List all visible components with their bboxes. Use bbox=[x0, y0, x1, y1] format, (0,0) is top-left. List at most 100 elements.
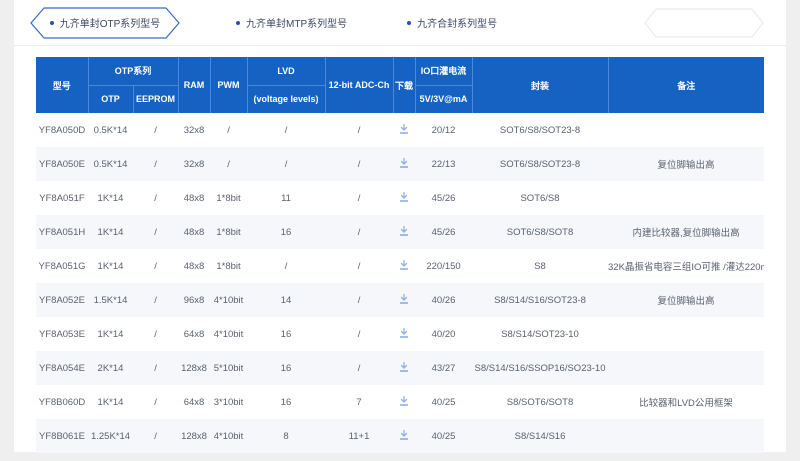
download-icon[interactable] bbox=[398, 259, 410, 271]
download-icon[interactable] bbox=[398, 327, 410, 339]
chip-spec-table: 型号 OTP系列 RAM PWM LVD 12-bit ADC-Ch 下载 IO… bbox=[36, 57, 764, 453]
model-cell: YF8A050E bbox=[36, 147, 88, 181]
download-cell bbox=[393, 181, 415, 215]
download-cell bbox=[393, 351, 415, 385]
model-cell: YF8A051G bbox=[36, 249, 88, 283]
io-cell: 43/27 bbox=[415, 351, 472, 385]
lvd-cell: 11 bbox=[247, 181, 325, 215]
header-package: 封装 bbox=[472, 57, 608, 113]
lvd-cell: 16 bbox=[247, 317, 325, 351]
table-row: YF8A051H1K*14/48x81*8bit16/45/26SOT6/S8/… bbox=[36, 215, 764, 249]
download-icon[interactable] bbox=[398, 157, 410, 169]
pwm-cell: 1*8bit bbox=[210, 249, 247, 283]
io-cell: 40/26 bbox=[415, 283, 472, 317]
header-ram: RAM bbox=[178, 57, 210, 113]
tab-mtp-series[interactable]: 九齐单封MTP系列型号 bbox=[232, 7, 351, 39]
tab-combined-series[interactable]: 九齐合封系列型号 bbox=[403, 7, 501, 39]
lvd-cell: 14 bbox=[247, 283, 325, 317]
download-icon[interactable] bbox=[398, 225, 410, 237]
note-cell bbox=[608, 419, 764, 453]
header-lvd: LVD bbox=[247, 57, 325, 85]
pwm-cell: 4*10bit bbox=[210, 419, 247, 453]
content-card: 九齐单封OTP系列型号 九齐单封MTP系列型号 九齐合封系列型号 型号 bbox=[14, 0, 786, 452]
otp-cell: 1K*14 bbox=[88, 249, 133, 283]
tab-bullet-icon bbox=[236, 21, 240, 25]
download-cell bbox=[393, 215, 415, 249]
lvd-cell: / bbox=[247, 249, 325, 283]
table-row: YF8B061E1.25K*14/128x84*10bit811+140/25S… bbox=[36, 419, 764, 453]
eeprom-cell: / bbox=[133, 147, 178, 181]
io-cell: 40/20 bbox=[415, 317, 472, 351]
tab-otp-series[interactable]: 九齐单封OTP系列型号 bbox=[30, 7, 180, 39]
adc-cell: 7 bbox=[325, 385, 393, 419]
eeprom-cell: / bbox=[133, 113, 178, 147]
download-icon[interactable] bbox=[398, 123, 410, 135]
package-cell: S8/SOT6/SOT8 bbox=[472, 385, 608, 419]
model-cell: YF8A053E bbox=[36, 317, 88, 351]
pwm-cell: 4*10bit bbox=[210, 283, 247, 317]
adc-cell: / bbox=[325, 351, 393, 385]
eeprom-cell: / bbox=[133, 317, 178, 351]
download-icon[interactable] bbox=[398, 395, 410, 407]
ram-cell: 48x8 bbox=[178, 249, 210, 283]
tab-bullet-icon bbox=[407, 21, 411, 25]
note-cell bbox=[608, 181, 764, 215]
model-cell: YF8A054E bbox=[36, 351, 88, 385]
io-cell: 22/13 bbox=[415, 147, 472, 181]
adc-cell: / bbox=[325, 181, 393, 215]
otp-cell: 0.5K*14 bbox=[88, 147, 133, 181]
ram-cell: 64x8 bbox=[178, 317, 210, 351]
note-cell bbox=[608, 317, 764, 351]
eeprom-cell: / bbox=[133, 283, 178, 317]
ram-cell: 48x8 bbox=[178, 215, 210, 249]
download-icon[interactable] bbox=[398, 429, 410, 441]
package-cell: S8/S14/S16 bbox=[472, 419, 608, 453]
header-io-group: IO口灌电流 bbox=[415, 57, 472, 85]
adc-cell: / bbox=[325, 249, 393, 283]
package-cell: S8/S14/SOT23-10 bbox=[472, 317, 608, 351]
pwm-cell: 1*8bit bbox=[210, 181, 247, 215]
adc-cell: / bbox=[325, 215, 393, 249]
io-cell: 45/26 bbox=[415, 215, 472, 249]
ram-cell: 48x8 bbox=[178, 181, 210, 215]
header-lvd-sub: (voltage levels) bbox=[247, 85, 325, 113]
note-cell bbox=[608, 351, 764, 385]
table-row: YF8A051F1K*14/48x81*8bit11/45/26SOT6/S8 bbox=[36, 181, 764, 215]
eeprom-cell: / bbox=[133, 249, 178, 283]
download-cell bbox=[393, 249, 415, 283]
header-adc: 12-bit ADC-Ch bbox=[325, 57, 393, 113]
note-cell: 复位脚输出高 bbox=[608, 283, 764, 317]
table-row: YF8A054E2K*14/128x85*10bit16/43/27S8/S14… bbox=[36, 351, 764, 385]
tab-bar: 九齐单封OTP系列型号 九齐单封MTP系列型号 九齐合封系列型号 bbox=[14, 0, 786, 46]
package-cell: SOT6/S8/SOT23-8 bbox=[472, 147, 608, 181]
io-cell: 220/150 bbox=[415, 249, 472, 283]
note-cell: 复位脚输出高 bbox=[608, 147, 764, 181]
download-icon[interactable] bbox=[398, 293, 410, 305]
eeprom-cell: / bbox=[133, 351, 178, 385]
header-model: 型号 bbox=[36, 57, 88, 113]
header-io-sub: 5V/3V@mA bbox=[415, 85, 472, 113]
otp-cell: 1.25K*14 bbox=[88, 419, 133, 453]
note-cell: 内建比较器,复位脚输出高 bbox=[608, 215, 764, 249]
model-cell: YF8B060D bbox=[36, 385, 88, 419]
download-cell bbox=[393, 385, 415, 419]
adc-cell: / bbox=[325, 317, 393, 351]
pwm-cell: 4*10bit bbox=[210, 317, 247, 351]
eeprom-cell: / bbox=[133, 419, 178, 453]
eeprom-cell: / bbox=[133, 385, 178, 419]
download-icon[interactable] bbox=[398, 361, 410, 373]
table-row: YF8A052E1.5K*14/96x84*10bit14/40/26S8/S1… bbox=[36, 283, 764, 317]
otp-cell: 1K*14 bbox=[88, 215, 133, 249]
header-otp-group: OTP系列 bbox=[88, 57, 178, 85]
otp-cell: 1K*14 bbox=[88, 317, 133, 351]
download-cell bbox=[393, 147, 415, 181]
table-row: YF8A050E0.5K*14/32x8///22/13SOT6/S8/SOT2… bbox=[36, 147, 764, 181]
package-cell: S8/S14/S16/SOT23-8 bbox=[472, 283, 608, 317]
otp-cell: 1K*14 bbox=[88, 181, 133, 215]
download-icon[interactable] bbox=[398, 191, 410, 203]
lvd-cell: / bbox=[247, 113, 325, 147]
tab-label: 九齐合封系列型号 bbox=[417, 15, 497, 30]
model-cell: YF8A052E bbox=[36, 283, 88, 317]
download-cell bbox=[393, 419, 415, 453]
table-header: 型号 OTP系列 RAM PWM LVD 12-bit ADC-Ch 下载 IO… bbox=[36, 57, 764, 113]
